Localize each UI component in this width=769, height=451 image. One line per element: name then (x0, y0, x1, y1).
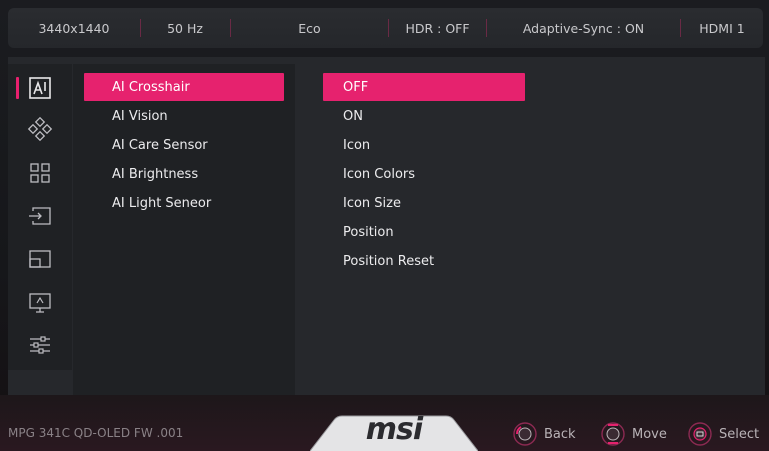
move-control[interactable]: Move (600, 421, 667, 447)
option-icon-colors[interactable]: Icon Colors (323, 160, 525, 188)
back-label: Back (544, 426, 576, 442)
option-position-reset[interactable]: Position Reset (323, 247, 525, 275)
option-on[interactable]: ON (323, 102, 525, 130)
ai-icon[interactable] (12, 70, 68, 106)
select-label: Select (719, 426, 760, 442)
select-control[interactable]: Select (687, 421, 759, 447)
option-icon[interactable]: Icon (323, 131, 525, 159)
input-status: HDMI 1 (699, 20, 745, 36)
option-off[interactable]: OFF (323, 73, 525, 101)
gaming-icon[interactable] (12, 111, 68, 147)
menu-item-ai-light-sensor[interactable]: AI Light Seneor (84, 189, 284, 217)
image-icon[interactable] (12, 285, 68, 321)
input-source-icon (29, 207, 51, 225)
grid-icon (30, 163, 50, 183)
input-source-icon[interactable] (12, 198, 68, 234)
option-position[interactable]: Position (323, 218, 525, 246)
select-button-icon (688, 422, 712, 446)
option-icon-size[interactable]: Icon Size (323, 189, 525, 217)
mode-status: Eco (298, 20, 321, 36)
back-button-icon (513, 422, 537, 446)
professional-icon[interactable] (12, 155, 68, 191)
menu-item-ai-crosshair[interactable]: AI Crosshair (84, 73, 284, 101)
settings-icon[interactable] (12, 327, 68, 363)
refresh-rate-status: 50 Hz (167, 20, 203, 36)
pip-icon (29, 250, 51, 268)
resolution-status: 3440x1440 (38, 20, 110, 36)
gamepad-icon (27, 116, 53, 142)
hdr-status: HDR : OFF (405, 20, 470, 36)
adaptive-sync-status: Adaptive-Sync : ON (522, 20, 645, 36)
sliders-icon (30, 336, 50, 354)
back-control[interactable]: Back (512, 421, 576, 447)
value-column (534, 64, 765, 395)
menu-item-ai-brightness[interactable]: AI Brightness (84, 160, 284, 188)
pip-pbp-icon[interactable] (12, 241, 68, 277)
status-bar: 3440x1440 50 Hz Eco HDR : OFF Adaptive-S… (8, 8, 763, 48)
menu-item-ai-care-sensor[interactable]: AI Care Sensor (84, 131, 284, 159)
move-label: Move (632, 426, 667, 442)
model-info: MPG 341C QD-OLED FW .001 (8, 426, 184, 440)
ai-icon (29, 77, 51, 99)
monitor-icon (29, 293, 51, 313)
move-button-icon (601, 422, 625, 446)
menu-item-ai-vision[interactable]: AI Vision (84, 102, 284, 130)
msi-logo: msi (365, 412, 423, 447)
